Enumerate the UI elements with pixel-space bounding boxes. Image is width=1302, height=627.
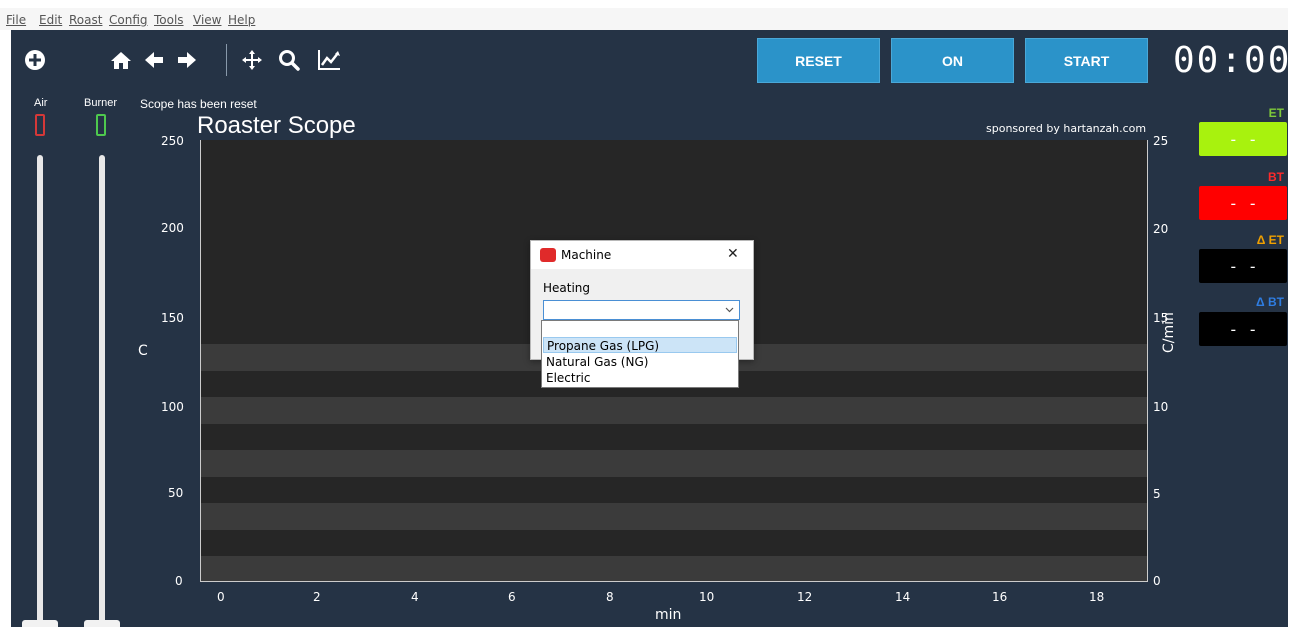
y2-tick-label: 10 [1153,400,1169,414]
burner-slider-track[interactable] [99,155,105,627]
x-tick-label: 8 [606,590,614,604]
x-tick-label: 0 [217,590,225,604]
burner-label: Burner [84,97,118,109]
sponsor-text: sponsored by hartanzah.com [986,122,1147,135]
y2-axis-line [1147,140,1148,581]
x-tick-label: 4 [411,590,419,604]
home-icon[interactable] [108,48,134,72]
y-tick-label: 250 [161,134,184,148]
zoom-icon[interactable] [276,48,302,72]
x-tick-label: 12 [797,590,813,604]
app-logo-icon [540,248,556,262]
chart-icon[interactable] [315,48,343,72]
y-axis-line [200,140,201,581]
dialog-title: Machine [561,248,612,262]
et-label: ET [1268,106,1284,120]
toolbar-divider [226,44,227,76]
x-tick-label: 10 [699,590,715,604]
delta-et-value: - - [1199,249,1287,283]
air-label: Air [34,97,48,109]
x-tick-label: 16 [992,590,1008,604]
y2-tick-label: 20 [1153,222,1169,236]
menu-help[interactable]: Help [228,13,255,27]
on-button[interactable]: ON [891,38,1014,83]
option-natural-gas[interactable]: Natural Gas (NG) [543,354,737,370]
delta-et-label: Δ ET [1256,233,1284,247]
option-electric[interactable]: Electric [543,370,737,386]
add-icon[interactable] [23,48,47,72]
y-tick-label: 150 [161,311,184,325]
option-propane-gas[interactable]: Propane Gas (LPG) [543,337,737,353]
x-tick-label: 18 [1089,590,1105,604]
pan-icon[interactable] [239,48,265,72]
et-value: - - [1199,122,1287,156]
delta-bt-label: Δ BT [1256,295,1284,309]
start-button[interactable]: START [1025,38,1148,83]
menu-view[interactable]: View [193,13,221,27]
air-value-display [35,114,45,136]
plot-band [200,397,1147,424]
plot-band [200,450,1147,477]
y2-tick-label: 5 [1153,487,1161,501]
forward-arrow-icon[interactable] [174,48,200,72]
dialog-title-bar: Machine ✕ [531,241,753,269]
menu-tools[interactable]: Tools [154,13,184,27]
y2-axis-label: C/min [1161,312,1177,353]
bt-label: BT [1268,170,1284,184]
menu-bar: File Edit Roast Config Tools View Help [0,8,1288,30]
x-tick-label: 2 [313,590,321,604]
y-tick-label: 100 [161,400,184,414]
y2-tick-label: 25 [1153,134,1169,148]
plot-band [200,556,1147,581]
delta-bt-value: - - [1199,312,1287,346]
burner-value-display [96,114,106,136]
back-arrow-icon[interactable] [141,48,167,72]
chevron-down-icon [725,307,734,313]
heating-select[interactable] [543,300,740,320]
reset-button[interactable]: RESET [757,38,880,83]
air-slider-handle[interactable] [22,620,58,627]
x-axis-label: min [655,607,682,623]
menu-file[interactable]: File [6,13,26,27]
menu-edit[interactable]: Edit [39,13,62,27]
y-tick-label: 0 [175,574,183,588]
close-icon[interactable]: ✕ [727,246,739,262]
status-message: Scope has been reset [140,97,257,111]
y-axis-label: C [138,343,148,359]
menu-config[interactable]: Config [109,13,148,27]
heating-dropdown-list: Propane Gas (LPG) Natural Gas (NG) Elect… [541,320,739,388]
y2-tick-label: 0 [1153,574,1161,588]
plot-title: Roaster Scope [197,112,356,139]
bt-value: - - [1199,186,1287,220]
menu-roast[interactable]: Roast [69,13,102,27]
roast-timer: 00:00 [1173,40,1288,81]
plot-band [200,503,1147,530]
x-axis-line [200,581,1148,582]
y-tick-label: 50 [168,486,184,500]
x-tick-label: 6 [508,590,516,604]
x-tick-label: 14 [895,590,911,604]
heating-label: Heating [543,281,591,295]
burner-slider-handle[interactable] [84,620,120,627]
y-tick-label: 200 [161,221,184,235]
air-slider-track[interactable] [37,155,43,627]
